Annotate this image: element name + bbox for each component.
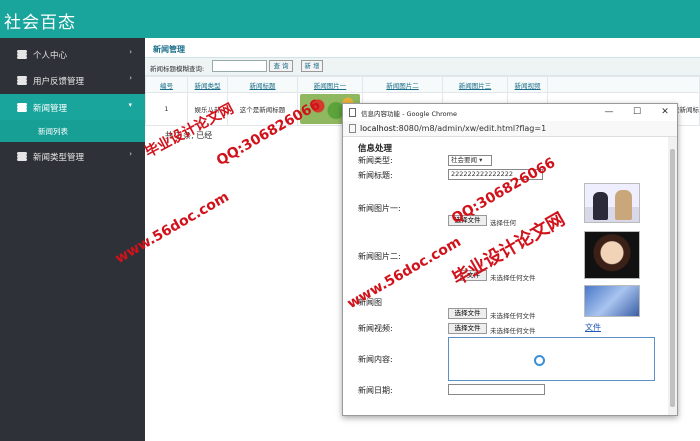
news-date-input[interactable] [448, 384, 545, 395]
database-icon [17, 50, 27, 59]
maximize-icon[interactable]: ☐ [629, 105, 645, 119]
page-icon [349, 124, 356, 133]
image-2-file-status: 未选择任何文件 [490, 274, 536, 282]
url-host: localhost [360, 124, 396, 133]
sidebar-item-feedback[interactable]: 用户反馈管理 › [0, 67, 145, 93]
chevron-right-icon: › [129, 150, 132, 158]
news-image-1-preview [584, 183, 640, 223]
news-content-label: 新闻内容: [358, 355, 393, 364]
news-date-label: 新闻日期: [358, 386, 393, 395]
form-title: 信息处理 [358, 144, 393, 154]
add-button[interactable]: 新 增 [301, 60, 323, 72]
news-image-2-label: 新闻图片二: [358, 252, 401, 261]
minimize-icon[interactable]: — [601, 105, 617, 119]
popup-title: 信息内容功能 - Google Chrome [361, 110, 457, 118]
video-file-status: 未选择任何文件 [490, 327, 536, 335]
cell-type: 娱乐八卦 [187, 92, 228, 126]
column-header: 新闻图片三 [442, 76, 508, 93]
search-button[interactable]: 查 询 [269, 60, 293, 72]
cell-title: 这个是新闻标题 [227, 92, 298, 126]
sidebar-item-news[interactable]: 新闻管理 ▾ [0, 94, 145, 120]
sidebar-item-label: 新闻管理 [33, 104, 68, 114]
chevron-right-icon: › [129, 48, 132, 56]
column-header: 新闻视频 [507, 76, 548, 93]
scrollbar[interactable] [668, 137, 677, 415]
news-title-label: 新闻标题: [358, 171, 393, 180]
column-header: 新闻图片一 [297, 76, 363, 93]
news-video-label: 新闻视频: [358, 324, 393, 333]
chevron-down-icon: ▾ [128, 101, 132, 109]
section-title: 新闻管理 [153, 45, 185, 54]
image-3-file-status: 未选择任何文件 [490, 312, 536, 320]
news-content-textarea[interactable] [448, 337, 655, 381]
sidebar-item-personal-center[interactable]: 个人中心 › [0, 41, 145, 67]
news-image-3-label: 新闻图 [358, 298, 382, 307]
news-image-2-preview [584, 231, 640, 279]
top-header: 社会百态 [0, 0, 700, 38]
video-file-link[interactable]: 文件 [585, 322, 601, 333]
table-header-row: 编号 新闻类型 新闻标题 新闻图片一 新闻图片二 新闻图片三 新闻视频 [145, 76, 700, 93]
scrollbar-thumb[interactable] [670, 149, 675, 407]
column-header: 新闻类型 [187, 76, 228, 93]
edit-popup-window: 信息内容功能 - Google Chrome — ☐ ✕ localhost:8… [342, 103, 678, 416]
search-input[interactable] [212, 60, 267, 72]
url-text: localhost:8080/m8/admin/xw/edit.html?fla… [360, 124, 546, 133]
news-image-1-label: 新闻图片一: [358, 204, 401, 213]
sidebar-item-label: 个人中心 [33, 51, 68, 61]
database-icon [17, 152, 27, 161]
address-bar[interactable]: localhost:8080/m8/admin/xw/edit.html?fla… [343, 121, 677, 137]
news-type-label: 新闻类型: [358, 156, 393, 165]
news-title-input[interactable]: 222222222222222 [448, 169, 543, 180]
sidebar-subitem-news-list[interactable]: 新闻列表 [0, 120, 145, 142]
sidebar-item-label: 新闻类型管理 [33, 153, 85, 163]
search-label: 新闻标题模糊查询: [150, 65, 205, 73]
page-icon [349, 108, 356, 117]
chevron-right-icon: › [129, 74, 132, 82]
close-icon[interactable]: ✕ [657, 105, 673, 119]
column-header: 编号 [145, 76, 188, 93]
url-path: :8080/m8/admin/xw/edit.html?flag=1 [395, 124, 547, 133]
database-icon [17, 76, 27, 85]
sidebar-subitem-label: 新闻列表 [38, 127, 68, 136]
sidebar: 个人中心 › 用户反馈管理 › 新闻管理 ▾ 新闻列表 新闻类型管理 › [0, 38, 145, 441]
image-2-file-button[interactable]: 文件 [460, 270, 487, 281]
column-header: 新闻图片二 [362, 76, 443, 93]
app-title: 社会百态 [4, 13, 76, 33]
pager-text: 共 1 条, 已经 [165, 131, 213, 140]
news-image-3-preview [584, 285, 640, 317]
column-header: 新闻标题 [227, 76, 298, 93]
image-1-file-button[interactable]: 选择文件 [448, 215, 487, 226]
cell-id: 1 [145, 92, 188, 126]
popup-titlebar[interactable]: 信息内容功能 - Google Chrome — ☐ ✕ [343, 104, 677, 121]
database-icon [17, 103, 27, 112]
search-bar: 新闻标题模糊查询: 查 询 新 增 [145, 58, 700, 76]
column-header-overflow [547, 76, 700, 93]
loading-spinner-icon [534, 355, 545, 366]
video-file-button[interactable]: 选择文件 [448, 323, 487, 334]
sidebar-item-news-types[interactable]: 新闻类型管理 › [0, 143, 145, 169]
news-type-select[interactable]: 社会要闻 ▾ [448, 155, 492, 166]
image-3-file-button[interactable]: 选择文件 [448, 308, 487, 319]
sidebar-item-label: 用户反馈管理 [33, 77, 85, 87]
image-1-file-status: 选择任何 [490, 219, 516, 227]
